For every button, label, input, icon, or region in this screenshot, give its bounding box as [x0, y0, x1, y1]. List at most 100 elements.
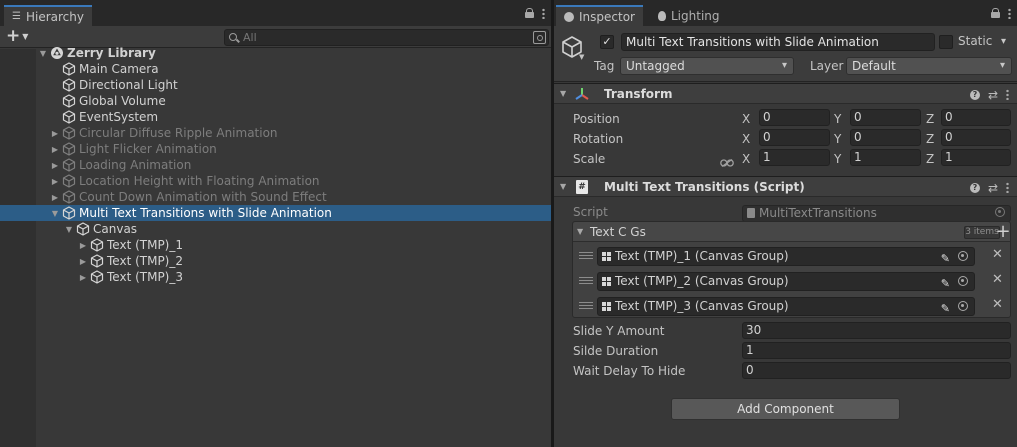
scale-z-axis-label[interactable]: Z — [926, 152, 934, 166]
slide-y-amount-field[interactable]: 30 — [742, 322, 1011, 339]
hierarchy-item[interactable]: ▼ Canvas — [0, 221, 551, 237]
hierarchy-item[interactable]: ▶ Light Flicker Animation — [0, 141, 551, 157]
position-x-field[interactable]: 0 — [759, 109, 830, 126]
more-options-icon[interactable] — [1006, 89, 1009, 100]
hierarchy-item[interactable]: ▶ Circular Diffuse Ripple Animation — [0, 125, 551, 141]
rotation-y-axis-label[interactable]: Y — [834, 132, 841, 146]
object-name-field[interactable]: Multi Text Transitions with Slide Animat… — [621, 33, 935, 51]
presets-icon[interactable]: ⇄ — [988, 89, 998, 101]
scale-x-field[interactable]: 1 — [759, 149, 830, 166]
foldout-expanded-icon[interactable]: ▼ — [50, 209, 60, 218]
static-checkbox[interactable] — [939, 35, 953, 49]
more-options-icon[interactable] — [542, 8, 545, 19]
foldout-collapsed-icon[interactable]: ▶ — [50, 161, 60, 170]
hierarchy-item[interactable]: ▼ Multi Text Transitions with Slide Anima… — [0, 205, 551, 221]
foldout-collapsed-icon[interactable]: ▶ — [50, 129, 60, 138]
foldout-expanded-icon[interactable]: ▼ — [38, 49, 48, 58]
chevron-down-icon[interactable]: ▼ — [579, 53, 584, 61]
scale-y-axis-label[interactable]: Y — [834, 152, 841, 166]
pencil-icon[interactable]: ✎ — [941, 300, 950, 317]
position-y-field[interactable]: 0 — [850, 109, 921, 126]
hierarchy-item[interactable]: ▶ Text (TMP)_1 — [0, 237, 551, 253]
rotation-z-field[interactable]: 0 — [941, 129, 1011, 146]
object-picker-icon[interactable] — [995, 207, 1005, 217]
foldout-collapsed-icon[interactable]: ▶ — [50, 177, 60, 186]
slide-duration-field[interactable]: 1 — [742, 342, 1011, 359]
script-component-header[interactable]: ▼ # Multi Text Transitions (Script) ? ⇄ — [554, 176, 1017, 197]
tab-hierarchy[interactable]: ☰ Hierarchy — [4, 5, 92, 26]
tag-dropdown[interactable]: Untagged — [620, 57, 794, 75]
pencil-icon[interactable]: ✎ — [941, 275, 950, 292]
foldout-collapsed-icon[interactable]: ▶ — [78, 257, 88, 266]
hierarchy-item[interactable]: ▶ Text (TMP)_2 — [0, 253, 551, 269]
foldout-collapsed-icon[interactable]: ▶ — [78, 241, 88, 250]
canvas-group-field[interactable]: Text (TMP)_2 (Canvas Group) ✎ — [597, 272, 975, 291]
more-options-icon[interactable] — [1008, 8, 1011, 19]
scale-x-axis-label[interactable]: X — [742, 152, 750, 166]
hierarchy-item[interactable]: ▶ Loading Animation — [0, 157, 551, 173]
tab-lighting[interactable]: Lighting — [650, 5, 728, 26]
foldout-arrow-icon[interactable]: ▼ — [577, 227, 583, 236]
scale-y-field[interactable]: 1 — [850, 149, 921, 166]
add-list-item-button[interactable]: + — [991, 223, 1015, 243]
tab-inspector[interactable]: Inspector — [556, 5, 643, 26]
hierarchy-item-label: EventSystem — [79, 110, 159, 124]
gameobject-cube-icon — [62, 62, 76, 76]
constrain-proportions-icon[interactable] — [720, 159, 734, 167]
position-y-axis-label[interactable]: Y — [834, 112, 841, 126]
object-picker-icon[interactable] — [958, 276, 968, 286]
active-checkbox[interactable]: ✓ — [600, 35, 614, 49]
script-reference-field[interactable]: MultiTextTransitions — [742, 205, 1011, 222]
position-z-axis-label[interactable]: Z — [926, 112, 934, 126]
foldout-collapsed-icon[interactable]: ▶ — [50, 145, 60, 154]
object-picker-icon[interactable] — [958, 251, 968, 261]
wait-delay-field[interactable]: 0 — [742, 362, 1011, 379]
foldout-collapsed-icon[interactable]: ▶ — [50, 193, 60, 202]
transform-header[interactable]: ▼ Transform ? ⇄ — [554, 83, 1017, 104]
object-picker-icon[interactable] — [958, 301, 968, 311]
text-cgs-list-header[interactable]: ▼ Text C Gs 3 items — [573, 222, 1010, 242]
drag-handle-icon[interactable] — [579, 302, 593, 310]
hierarchy-item-label: Light Flicker Animation — [79, 142, 217, 156]
scene-row[interactable]: ▼ Zerry Library — [0, 45, 551, 61]
canvas-group-field[interactable]: Text (TMP)_3 (Canvas Group) ✎ — [597, 297, 975, 316]
hierarchy-item[interactable]: ▶ Count Down Animation with Sound Effect — [0, 189, 551, 205]
rotation-x-field[interactable]: 0 — [759, 129, 830, 146]
help-icon[interactable]: ? — [969, 89, 980, 100]
more-options-icon[interactable] — [1006, 182, 1009, 193]
close-icon[interactable]: ✕ — [992, 297, 1003, 313]
canvas-group-field[interactable]: Text (TMP)_1 (Canvas Group) ✎ — [597, 247, 975, 266]
create-button[interactable]: + ▼ — [6, 28, 28, 45]
hierarchy-item[interactable]: EventSystem — [0, 109, 551, 125]
drag-handle-icon[interactable] — [579, 277, 593, 285]
position-x-axis-label[interactable]: X — [742, 112, 750, 126]
rotation-y-field[interactable]: 0 — [850, 129, 921, 146]
script-reference-value: MultiTextTransitions — [759, 206, 877, 220]
foldout-expanded-icon[interactable]: ▼ — [64, 225, 74, 234]
search-input[interactable] — [243, 31, 533, 44]
layer-dropdown[interactable]: Default — [846, 57, 1012, 75]
search-scope-icon[interactable] — [533, 31, 546, 44]
static-dropdown[interactable] — [1001, 34, 1012, 52]
lock-icon[interactable] — [525, 8, 534, 18]
drag-handle-icon[interactable] — [579, 252, 593, 260]
pencil-icon[interactable]: ✎ — [941, 250, 950, 267]
scale-z-field[interactable]: 1 — [941, 149, 1011, 166]
foldout-collapsed-icon[interactable]: ▶ — [78, 273, 88, 282]
hierarchy-item[interactable]: ▶ Text (TMP)_3 — [0, 269, 551, 285]
hierarchy-item[interactable]: ▶ Location Height with Floating Animation — [0, 173, 551, 189]
help-icon[interactable]: ? — [969, 182, 980, 193]
position-z-field[interactable]: 0 — [941, 109, 1011, 126]
rotation-x-axis-label[interactable]: X — [742, 132, 750, 146]
lock-icon[interactable] — [991, 8, 1000, 18]
hierarchy-item[interactable]: Directional Light — [0, 77, 551, 93]
foldout-arrow-icon[interactable]: ▼ — [560, 89, 570, 98]
presets-icon[interactable]: ⇄ — [988, 182, 998, 194]
close-icon[interactable]: ✕ — [992, 247, 1003, 263]
foldout-arrow-icon[interactable]: ▼ — [560, 182, 570, 191]
hierarchy-item[interactable]: Main Camera — [0, 61, 551, 77]
hierarchy-item[interactable]: Global Volume — [0, 93, 551, 109]
rotation-z-axis-label[interactable]: Z — [926, 132, 934, 146]
close-icon[interactable]: ✕ — [992, 272, 1003, 288]
add-component-button[interactable]: Add Component — [671, 398, 900, 420]
